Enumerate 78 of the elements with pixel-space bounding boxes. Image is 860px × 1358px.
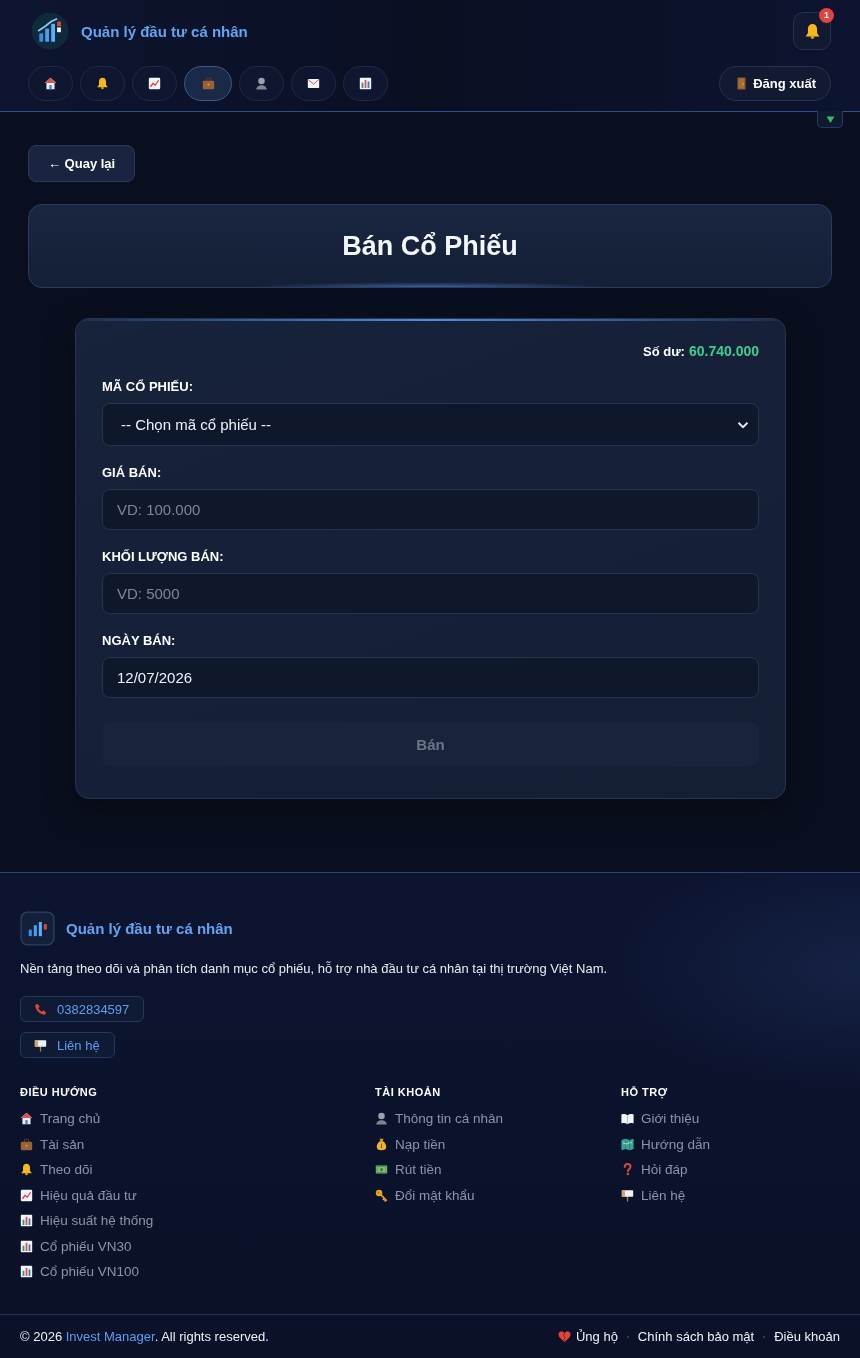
input-field[interactable]: 12/07/2026 — [102, 657, 759, 698]
column-heading: ĐIỀU HƯỚNG — [20, 1085, 98, 1099]
footer-link[interactable]: Giới thiệu — [621, 1106, 700, 1132]
caret-down-icon — [825, 114, 835, 124]
briefcase-icon — [201, 77, 215, 90]
question-mark-icon — [621, 1163, 634, 1177]
footer-link[interactable]: Hỏi đáp — [621, 1157, 688, 1183]
nav-button[interactable] — [80, 66, 125, 101]
nav-button[interactable] — [132, 66, 177, 101]
banknote-icon — [375, 1163, 388, 1177]
book-icon — [621, 1112, 634, 1126]
footer-link[interactable]: Thông tin cá nhân — [375, 1106, 504, 1132]
phone-link[interactable]: 0382834597 — [20, 996, 145, 1022]
field-label: KHỐI LƯỢNG BÁN: — [102, 549, 224, 565]
balance-label: Số dư: — [643, 343, 685, 361]
back-button[interactable]: ← Quay lại — [28, 145, 136, 182]
footer-link[interactable]: Hiệu suất hệ thống — [20, 1208, 154, 1234]
nav-button[interactable] — [291, 66, 336, 101]
field-label: MÃ CỔ PHIẾU: — [102, 379, 193, 395]
bell-icon — [20, 1163, 33, 1177]
notification-badge: 1 — [819, 8, 834, 23]
line-chart-icon — [148, 77, 161, 90]
balance-value: 60.740.000 — [688, 342, 759, 360]
footer-link[interactable]: Đổi mật khẩu — [375, 1182, 475, 1208]
field-label: NGÀY BÁN: — [102, 633, 176, 649]
door-icon — [735, 76, 749, 91]
copyright-text: © 2026 Invest Manager. All rights reserved. — [20, 1329, 269, 1344]
broken-heart-icon — [557, 1330, 571, 1343]
footer-link[interactable]: Cổ phiếu VN100 — [20, 1259, 140, 1285]
input-field[interactable]: VD: 5000 — [102, 573, 759, 614]
key-icon — [375, 1188, 388, 1202]
footer-link[interactable]: Theo dõi — [20, 1157, 93, 1183]
nav-button[interactable] — [28, 66, 73, 101]
bar-chart-icon — [359, 77, 372, 90]
footer-bottom-link[interactable]: Chính sách bảo mật — [637, 1329, 755, 1344]
footer-link[interactable]: Rút tiền — [375, 1157, 442, 1183]
footer-link[interactable]: Liên hệ — [621, 1182, 686, 1208]
logo-icon — [31, 12, 69, 50]
nav-button[interactable] — [343, 66, 388, 101]
app-title[interactable]: Quản lý đầu tư cá nhân — [81, 22, 248, 40]
phone-icon — [34, 1002, 47, 1016]
footer-link[interactable]: Tài sản — [20, 1131, 85, 1157]
bar-chart-icon — [20, 1239, 33, 1253]
line-chart-icon — [20, 1188, 33, 1202]
footer-bottom-link[interactable]: Điều khoản — [774, 1329, 840, 1344]
map-icon — [621, 1137, 634, 1151]
money-bag-icon — [375, 1137, 388, 1151]
footer-link[interactable]: Trang chủ — [20, 1106, 101, 1132]
sign-icon — [621, 1188, 634, 1202]
collapse-toggle[interactable] — [817, 111, 843, 128]
page-title: Bán Cổ Phiếu — [342, 230, 518, 262]
select-field[interactable]: -- Chọn mã cổ phiếu -- — [102, 403, 759, 446]
person-icon — [255, 77, 268, 90]
invest-manager-link[interactable]: Invest Manager — [65, 1329, 155, 1344]
bell-icon — [96, 77, 109, 90]
person-icon — [375, 1112, 388, 1126]
column-heading: HỖ TRỢ — [621, 1085, 668, 1099]
bar-chart-icon — [20, 1214, 33, 1228]
footer-description: Nền tảng theo dõi và phân tích danh mục cổ phiếu, hỗ trợ nhà đầu tư cá nhân tại thị trường Việt Nam. — [20, 961, 609, 977]
bar-chart-icon — [20, 1265, 33, 1279]
house-icon — [44, 77, 57, 90]
footer-title: Quản lý đầu tư cá nhân — [66, 920, 233, 937]
input-field[interactable]: VD: 100.000 — [102, 489, 759, 530]
field-label: GIÁ BÁN: — [102, 465, 162, 481]
logo-icon — [20, 911, 55, 946]
contact-link[interactable]: Liên hệ — [20, 1032, 115, 1058]
footer-link[interactable]: Nạp tiền — [375, 1131, 446, 1157]
column-heading: TÀI KHOẢN — [375, 1085, 441, 1099]
bell-icon — [803, 22, 821, 40]
logout-button[interactable]: Đăng xuất — [719, 66, 831, 101]
footer-link[interactable]: Hiệu quả đầu tư — [20, 1182, 137, 1208]
briefcase-icon — [20, 1137, 33, 1151]
footer-link[interactable]: Hướng dẫn — [621, 1131, 710, 1157]
envelope-icon — [307, 77, 320, 90]
footer-bottom-link[interactable]: Ủng hộ — [557, 1329, 618, 1344]
house-icon — [20, 1112, 33, 1126]
sign-icon — [34, 1038, 47, 1052]
footer-link[interactable]: Cổ phiếu VN30 — [20, 1233, 132, 1259]
